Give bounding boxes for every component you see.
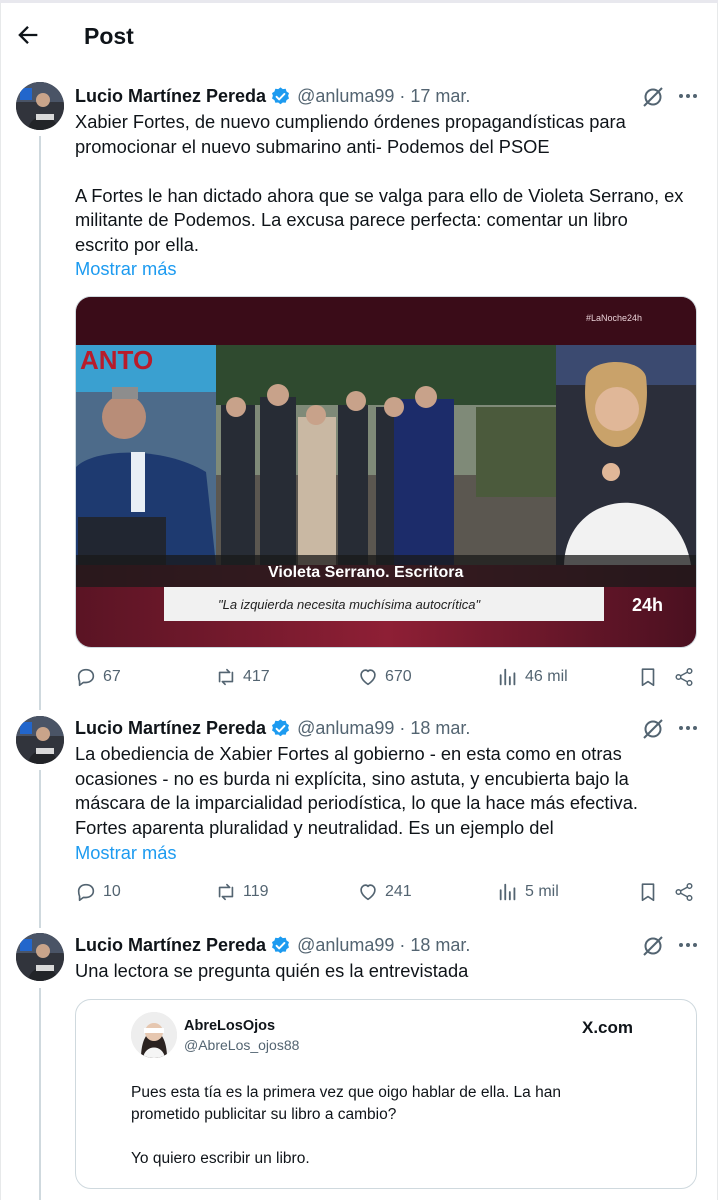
tweet-text: La obediencia de Xabier Fortes al gobier…	[75, 742, 705, 840]
show-more-link[interactable]: Mostrar más	[75, 842, 177, 864]
separator-dot: ·	[399, 85, 406, 106]
page-title: Post	[84, 23, 134, 49]
text-line: Una lectora se pregunta quién es la entr…	[75, 960, 469, 981]
repost-button[interactable]: 417	[215, 664, 270, 690]
share-button[interactable]	[673, 879, 695, 905]
like-button[interactable]: 241	[357, 879, 412, 905]
tweet[interactable]: Lucio Martínez Pereda @anluma99 · 17 mar…	[0, 82, 718, 704]
tweet-date[interactable]: 18 mar.	[410, 935, 470, 956]
repost-icon	[218, 668, 234, 686]
back-arrow-icon[interactable]	[14, 21, 42, 49]
views-icon	[499, 668, 516, 686]
views-icon	[499, 883, 516, 901]
reply-button[interactable]: 10	[75, 879, 121, 905]
caption-name: Violeta Serrano. Escritora	[268, 564, 463, 581]
avatar[interactable]	[16, 82, 64, 130]
avatar[interactable]	[16, 933, 64, 981]
text-line: Xabier Fortes, de nuevo cumpliendo órden…	[75, 111, 626, 132]
grok-icon[interactable]	[641, 934, 665, 958]
text-line: militante de Podemos. La excusa parece p…	[75, 209, 628, 230]
views-button[interactable]: 5 mil	[497, 879, 559, 905]
more-icon[interactable]	[676, 84, 700, 108]
tweet-header: Lucio Martínez Pereda @anluma99 · 18 mar…	[75, 933, 470, 957]
text-line: prometido publicitar su libro a cambio?	[131, 1106, 397, 1123]
tweet[interactable]: Lucio Martínez Pereda @anluma99 · 18 mar…	[0, 716, 718, 916]
author-handle[interactable]: @anluma99	[297, 718, 394, 739]
share-button[interactable]	[673, 664, 695, 690]
repost-button[interactable]: 119	[215, 879, 269, 905]
text-line	[75, 159, 705, 184]
quoted-author-handle[interactable]: @AbreLos_ojos88	[184, 1037, 299, 1053]
verified-badge-icon	[272, 935, 290, 953]
quoted-site-label: X.com	[582, 1018, 634, 1037]
verified-badge-icon	[272, 86, 290, 104]
like-icon	[360, 884, 376, 901]
tweet-date[interactable]: 17 mar.	[410, 86, 470, 107]
share-icon	[675, 883, 693, 901]
like-count: 241	[385, 883, 412, 900]
like-icon	[360, 669, 376, 686]
hashtag-text: #LaNoche24h	[586, 313, 642, 323]
tweet-actions: 67 417 670 46 mil	[75, 664, 705, 690]
author-handle[interactable]: @anluma99	[297, 935, 394, 956]
tweet-header: Lucio Martínez Pereda @anluma99 · 18 mar…	[75, 716, 470, 740]
bookmark-icon	[641, 668, 655, 687]
text-line: máscara de la imparcialidad periodística…	[75, 792, 638, 813]
tweet[interactable]: Lucio Martínez Pereda @anluma99 · 18 mar…	[0, 933, 718, 1200]
more-icon[interactable]	[676, 933, 700, 957]
more-icon[interactable]	[676, 716, 700, 740]
grok-icon[interactable]	[641, 717, 665, 741]
text-line: La obediencia de Xabier Fortes al gobier…	[75, 743, 622, 764]
tweet-date[interactable]: 18 mar.	[410, 718, 470, 739]
text-line: Fortes aparenta pluralidad y neutralidad…	[75, 816, 554, 838]
views-count: 5 mil	[525, 883, 559, 900]
repost-count: 119	[243, 883, 269, 900]
text-line: escrito por ella.	[75, 233, 199, 255]
text-line: ocasiones - no es burda ni explícita, si…	[75, 767, 629, 789]
separator-dot: ·	[399, 717, 406, 738]
author-name[interactable]: Lucio Martínez Pereda	[75, 86, 266, 107]
repost-count: 417	[243, 668, 270, 685]
channel-logo: 24h	[632, 595, 663, 615]
quoted-avatar[interactable]	[131, 1012, 177, 1058]
verified-badge-icon	[272, 718, 290, 736]
views-button[interactable]: 46 mil	[497, 664, 568, 690]
author-name[interactable]: Lucio Martínez Pereda	[75, 718, 266, 739]
reply-icon	[77, 668, 95, 687]
author-name[interactable]: Lucio Martínez Pereda	[75, 935, 266, 956]
avatar[interactable]	[16, 716, 64, 764]
bookmark-button[interactable]	[637, 879, 659, 905]
reply-button[interactable]: 67	[75, 664, 121, 690]
post-header: Post	[0, 3, 718, 67]
text-line: A Fortes le han dictado ahora que se val…	[75, 184, 684, 206]
banner-text: ANTO	[80, 345, 153, 375]
like-button[interactable]: 670	[357, 664, 412, 690]
text-line: promocionar el nuevo submarino anti- Pod…	[75, 135, 550, 157]
views-count: 46 mil	[525, 668, 568, 685]
tweet-header: Lucio Martínez Pereda @anluma99 · 17 mar…	[75, 84, 470, 108]
reply-icon	[77, 883, 95, 902]
tweet-text: Xabier Fortes, de nuevo cumpliendo órden…	[75, 110, 705, 257]
quoted-author-name[interactable]: AbreLosOjos	[184, 1018, 275, 1034]
reply-count: 67	[103, 668, 121, 685]
tweet-actions: 10 119 241 5 mil	[75, 879, 705, 905]
share-icon	[675, 668, 693, 686]
tweet-text: Una lectora se pregunta quién es la entr…	[75, 959, 705, 984]
text-line: Yo quiero escribir un libro.	[131, 1150, 310, 1167]
repost-icon	[218, 883, 234, 901]
caption-quote: "La izquierda necesita muchísima autocrí…	[218, 597, 482, 612]
like-count: 670	[385, 668, 412, 685]
quoted-post-card[interactable]: AbreLosOjos @AbreLos_ojos88 X.com Pues e…	[75, 999, 697, 1189]
reply-count: 10	[103, 883, 121, 900]
author-handle[interactable]: @anluma99	[297, 86, 394, 107]
bookmark-button[interactable]	[637, 664, 659, 690]
separator-dot: ·	[399, 934, 406, 955]
quoted-text: Pues esta tía es la primera vez que oigo…	[131, 1082, 651, 1170]
bookmark-icon	[641, 883, 655, 902]
text-line: Pues esta tía es la primera vez que oigo…	[131, 1084, 561, 1101]
text-line	[131, 1126, 651, 1148]
show-more-link[interactable]: Mostrar más	[75, 258, 177, 280]
grok-icon[interactable]	[641, 85, 665, 109]
tweet-media-image[interactable]: #LaNoche24h ANTO Violeta Serrano. Escrit…	[75, 296, 697, 648]
